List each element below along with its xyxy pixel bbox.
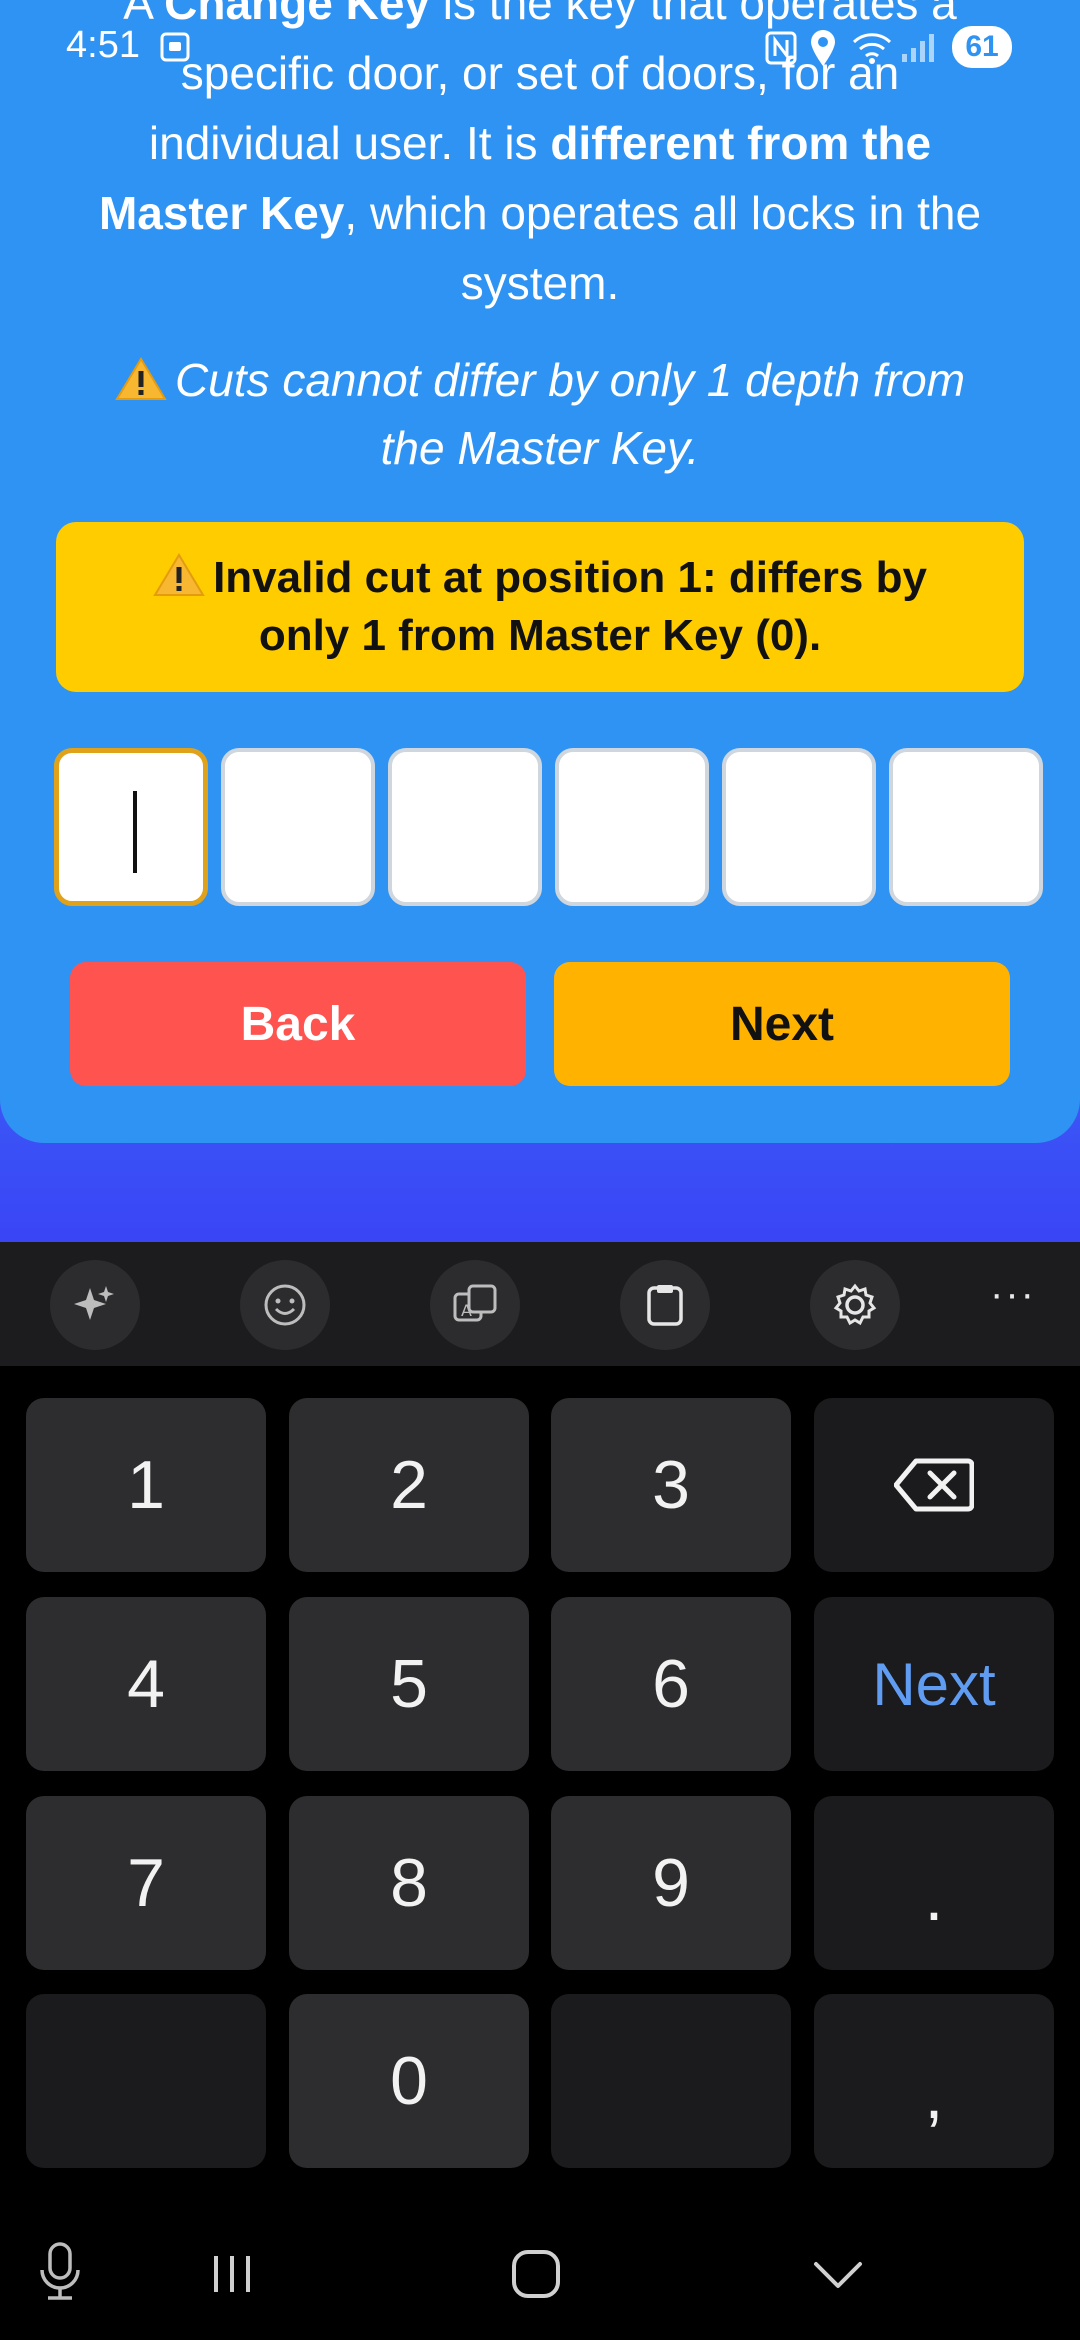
next-key[interactable]: Next [814, 1597, 1054, 1771]
cut-rule-note: Cuts cannot differ by only 1 depth from … [60, 346, 1020, 482]
cut-input-2[interactable] [221, 748, 375, 906]
cut-rule-text: the Master Key. [380, 422, 700, 474]
backspace-key[interactable] [814, 1398, 1054, 1572]
desc-text: , which operates all locks in the [344, 187, 982, 239]
next-key-label: Next [872, 1650, 996, 1718]
status-time: 4:51 [66, 24, 140, 66]
key-3[interactable]: 3 [551, 1398, 791, 1572]
emoji-icon[interactable] [240, 1260, 330, 1350]
key-2[interactable]: 2 [289, 1398, 529, 1572]
cut-rule-text: Cuts cannot differ by only 1 depth from [174, 354, 966, 406]
gear-icon[interactable] [810, 1260, 900, 1350]
keyboard-toolbar: A ··· [0, 1242, 1080, 1366]
hide-keyboard-icon[interactable] [812, 2258, 864, 2292]
microphone-icon[interactable] [36, 2240, 84, 2304]
key-7[interactable]: 7 [26, 1796, 266, 1970]
desc-bold-master-key: Master Key [98, 187, 345, 239]
location-icon [811, 30, 835, 66]
error-text: only 1 from Master Key (0). [258, 611, 822, 660]
desc-text: individual user. It is [148, 117, 551, 169]
empty-key-left [26, 1994, 266, 2168]
key-0[interactable]: 0 [289, 1994, 529, 2168]
navigation-bar [0, 2200, 1080, 2340]
signal-icon [902, 34, 934, 62]
comma-key[interactable]: , [814, 1994, 1054, 2168]
screenshot-icon [160, 32, 190, 62]
nfc-icon [765, 31, 797, 65]
change-key-card: A Change Key is the key that operates a … [0, 0, 1080, 1143]
cut-input-5[interactable] [722, 748, 876, 906]
error-text: Invalid cut at position 1: differs by [213, 553, 927, 602]
next-button[interactable]: Next [554, 962, 1010, 1086]
translate-icon[interactable]: A [430, 1260, 520, 1350]
key-8[interactable]: 8 [289, 1796, 529, 1970]
desc-bold-different: different from the [550, 117, 932, 169]
text-cursor [133, 791, 137, 873]
more-icon[interactable]: ··· [990, 1272, 1036, 1317]
status-bar: 4:51 61 [0, 0, 1080, 96]
svg-text:A: A [461, 1301, 472, 1320]
warning-icon [115, 357, 167, 400]
battery-indicator: 61 [952, 26, 1012, 68]
key-9[interactable]: 9 [551, 1796, 791, 1970]
recent-apps-icon[interactable] [208, 2252, 256, 2296]
numeric-keyboard: A ··· 1 2 3 4 5 6 Next 7 8 9 . 0 , [0, 1242, 1080, 2340]
error-banner: Invalid cut at position 1: differs by on… [56, 522, 1024, 692]
clipboard-icon[interactable] [620, 1260, 710, 1350]
key-1[interactable]: 1 [26, 1398, 266, 1572]
key-6[interactable]: 6 [551, 1597, 791, 1771]
cut-inputs [54, 748, 1046, 906]
sparkle-icon[interactable] [50, 1260, 140, 1350]
empty-key-right [551, 1994, 791, 2168]
back-button[interactable]: Back [70, 962, 526, 1086]
warning-icon [153, 553, 205, 596]
key-5[interactable]: 5 [289, 1597, 529, 1771]
cut-input-1[interactable] [54, 748, 208, 906]
cut-input-3[interactable] [388, 748, 542, 906]
period-key[interactable]: . [814, 1796, 1054, 1970]
cut-input-4[interactable] [555, 748, 709, 906]
desc-text: system. [460, 257, 620, 309]
cut-input-6[interactable] [889, 748, 1043, 906]
home-icon[interactable] [508, 2248, 564, 2300]
wifi-icon [852, 33, 892, 64]
backspace-icon [894, 1458, 974, 1512]
key-4[interactable]: 4 [26, 1597, 266, 1771]
